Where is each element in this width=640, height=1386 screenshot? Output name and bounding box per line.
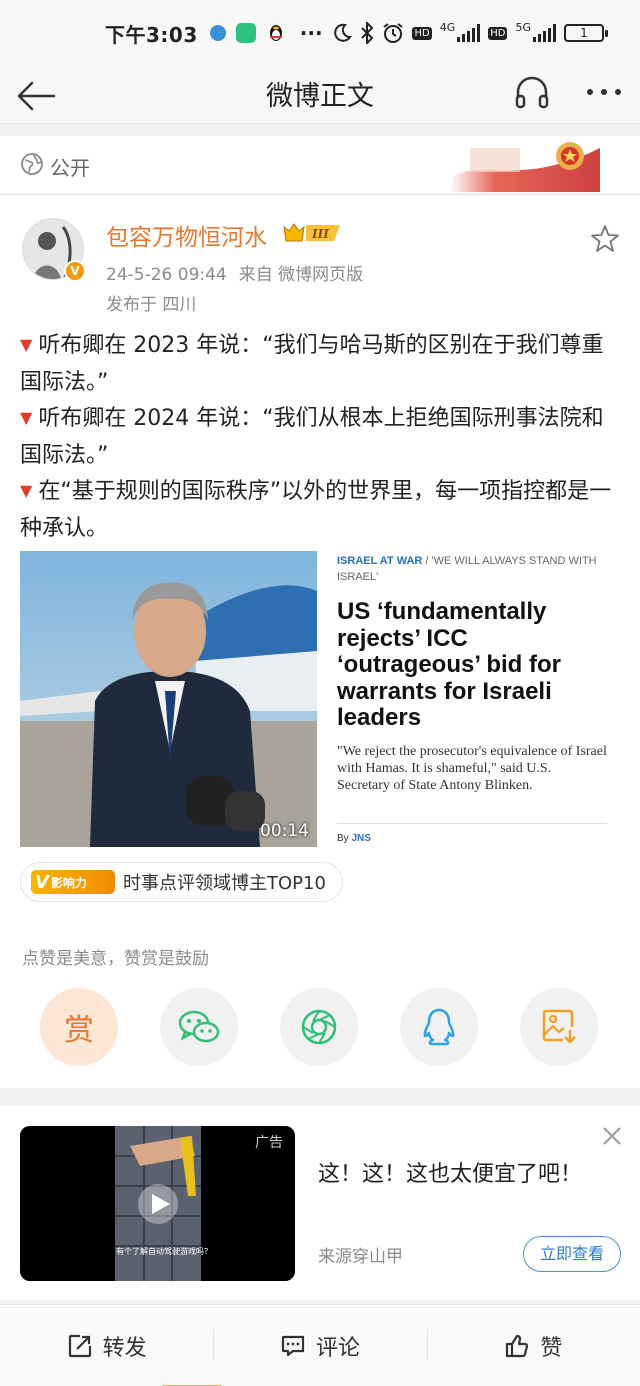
post-location: 发布于 四川 xyxy=(106,295,197,315)
post-paragraph: ▼ 在“基于规则的国际秩序”以外的世界里，每一项指控都是一种承认。 xyxy=(20,479,612,541)
influence-text: 时事点评领域博主TOP10 xyxy=(123,873,326,894)
article-deck: "We reject the prosecutor's equivalence … xyxy=(337,744,607,793)
red-triangle-icon: ▼ xyxy=(20,335,33,354)
influence-badge: V 影响力 xyxy=(31,870,115,894)
red-triangle-icon: ▼ xyxy=(20,408,33,427)
v-badge-icon: V xyxy=(35,871,49,893)
red-triangle-icon: ▼ xyxy=(20,481,33,500)
member-crown-badge-icon: III xyxy=(283,223,340,242)
shield-app-icon xyxy=(235,23,256,43)
alarm-icon xyxy=(383,23,404,43)
visibility-row: 公开 xyxy=(0,136,640,194)
repost-label: 转发 xyxy=(102,1335,147,1361)
news-article-image[interactable]: ISRAEL AT WAR / 'WE WILL ALWAYS STAND WI… xyxy=(323,551,620,847)
like-button[interactable]: 赞 xyxy=(426,1305,640,1386)
username[interactable]: 包容万物恒河水 xyxy=(106,218,267,252)
visibility-label: 公开 xyxy=(50,156,90,180)
nav-bar: 微博正文 xyxy=(0,66,640,124)
article-divider xyxy=(337,823,607,824)
repost-button[interactable]: 转发 xyxy=(0,1305,213,1386)
status-bar: 下午3:03 ··· HD 4G HD 5G 1 xyxy=(0,0,640,66)
ad-view-now-button[interactable]: 立即查看 xyxy=(523,1236,621,1272)
article-kicker: ISRAEL AT WAR / 'WE WILL ALWAYS STAND WI… xyxy=(337,555,597,583)
share-moments-button[interactable] xyxy=(280,988,358,1066)
ad-title[interactable]: 这！这！这也太便宜了吧！ xyxy=(318,1156,582,1188)
post-meta: 24-5-26 09:44 来自 微博网页版 xyxy=(106,260,363,285)
ad-video-scene-image: 有个了解自动驾驶游戏吗？ xyxy=(20,1126,295,1281)
hd-badge-2: HD xyxy=(488,26,508,40)
bottom-toolbar: 转发 评论 赞 xyxy=(0,1304,640,1386)
ad-source: 来源穿山甲 xyxy=(318,1247,403,1267)
battery-indicator: 1 xyxy=(564,24,608,42)
post-source: 来自 微博网页版 xyxy=(238,265,364,285)
verified-v-badge: V xyxy=(64,260,86,282)
globe-icon xyxy=(21,153,43,175)
post-timestamp: 24-5-26 09:44 xyxy=(106,265,227,285)
reward-label: 赏 xyxy=(64,1013,94,1048)
signal-bars-2 xyxy=(533,24,556,42)
share-actions: 赏 xyxy=(0,988,640,1068)
qq-penguin-outline-icon xyxy=(423,1008,455,1046)
save-image-icon xyxy=(542,1009,576,1044)
decorative-banner-image xyxy=(450,142,600,192)
notification-app-icon xyxy=(209,25,226,41)
favorite-star-icon[interactable] xyxy=(590,224,620,254)
ad-video-caption: 有个了解自动驾驶游戏吗？ xyxy=(116,1246,212,1256)
headphones-icon[interactable] xyxy=(512,72,552,112)
network-5g-label: 5G xyxy=(515,20,531,34)
level-badge-text: III xyxy=(311,227,329,241)
weibo-post-page: 下午3:03 ··· HD 4G HD 5G 1 微博正文 公开 V 包容万物恒… xyxy=(0,0,640,1386)
save-image-button[interactable] xyxy=(520,988,598,1066)
status-indicators: HD 4G HD 5G 1 xyxy=(332,20,608,44)
signal-bars-1 xyxy=(457,24,481,42)
video-thumbnail[interactable]: 00:14 xyxy=(20,551,317,847)
ad-label: 广告 xyxy=(255,1135,283,1151)
moon-icon xyxy=(334,23,353,42)
hd-badge-1: HD xyxy=(412,26,432,40)
reward-button[interactable]: 赏 xyxy=(40,988,118,1066)
post-paragraph: ▼ 听布卿在 2023 年说：“我们与哈马斯的区别在于我们尊重国际法。” xyxy=(20,333,604,395)
close-icon[interactable] xyxy=(600,1124,624,1148)
post-card: V 包容万物恒河水 III 24-5-26 09:44 来自 微博网页版 发布于 … xyxy=(0,196,640,1088)
wechat-icon xyxy=(178,1010,220,1043)
network-4g-label: 4G xyxy=(439,20,456,34)
like-label: 赞 xyxy=(540,1335,563,1361)
article-headline: US ‘fundamentally rejects’ ICC ‘outrageo… xyxy=(337,598,562,731)
moments-aperture-icon xyxy=(301,1009,337,1045)
ad-video-thumbnail[interactable]: 有个了解自动驾驶游戏吗？ 广告 xyxy=(20,1126,295,1281)
ad-card[interactable]: 有个了解自动驾驶游戏吗？ 广告 这！这！这也太便宜了吧！ 来源穿山甲 立即查看 xyxy=(0,1106,640,1300)
thumbs-up-icon xyxy=(506,1334,529,1357)
article-byline: By JNS xyxy=(337,833,371,844)
repost-icon xyxy=(68,1334,91,1357)
comment-icon xyxy=(281,1335,305,1356)
media-grid: 00:14 ISRAEL AT WAR / 'WE WILL ALWAYS ST… xyxy=(20,551,620,847)
video-duration: 00:14 xyxy=(260,821,309,841)
share-wechat-button[interactable] xyxy=(160,988,238,1066)
share-qq-button[interactable] xyxy=(400,988,478,1066)
qq-penguin-icon xyxy=(266,23,286,43)
influence-tag[interactable]: V 影响力 时事点评领域博主TOP10 xyxy=(20,862,343,902)
status-more-dots: ··· xyxy=(299,21,323,45)
status-time: 下午3:03 xyxy=(105,22,198,47)
comment-label: 评论 xyxy=(315,1335,360,1361)
bluetooth-icon xyxy=(361,22,374,44)
comment-button[interactable]: 评论 xyxy=(213,1305,426,1386)
post-text: ▼ 听布卿在 2023 年说：“我们与哈马斯的区别在于我们尊重国际法。” ▼ 听布卿… xyxy=(20,328,620,547)
reward-hint: 点赞是美意，赞赏是鼓励 xyxy=(22,949,209,969)
video-scene-image xyxy=(20,551,317,847)
more-options-icon[interactable] xyxy=(582,72,626,112)
post-paragraph: ▼ 听布卿在 2024 年说：“我们从根本上拒绝国际刑事法院和国际法。” xyxy=(20,406,604,468)
